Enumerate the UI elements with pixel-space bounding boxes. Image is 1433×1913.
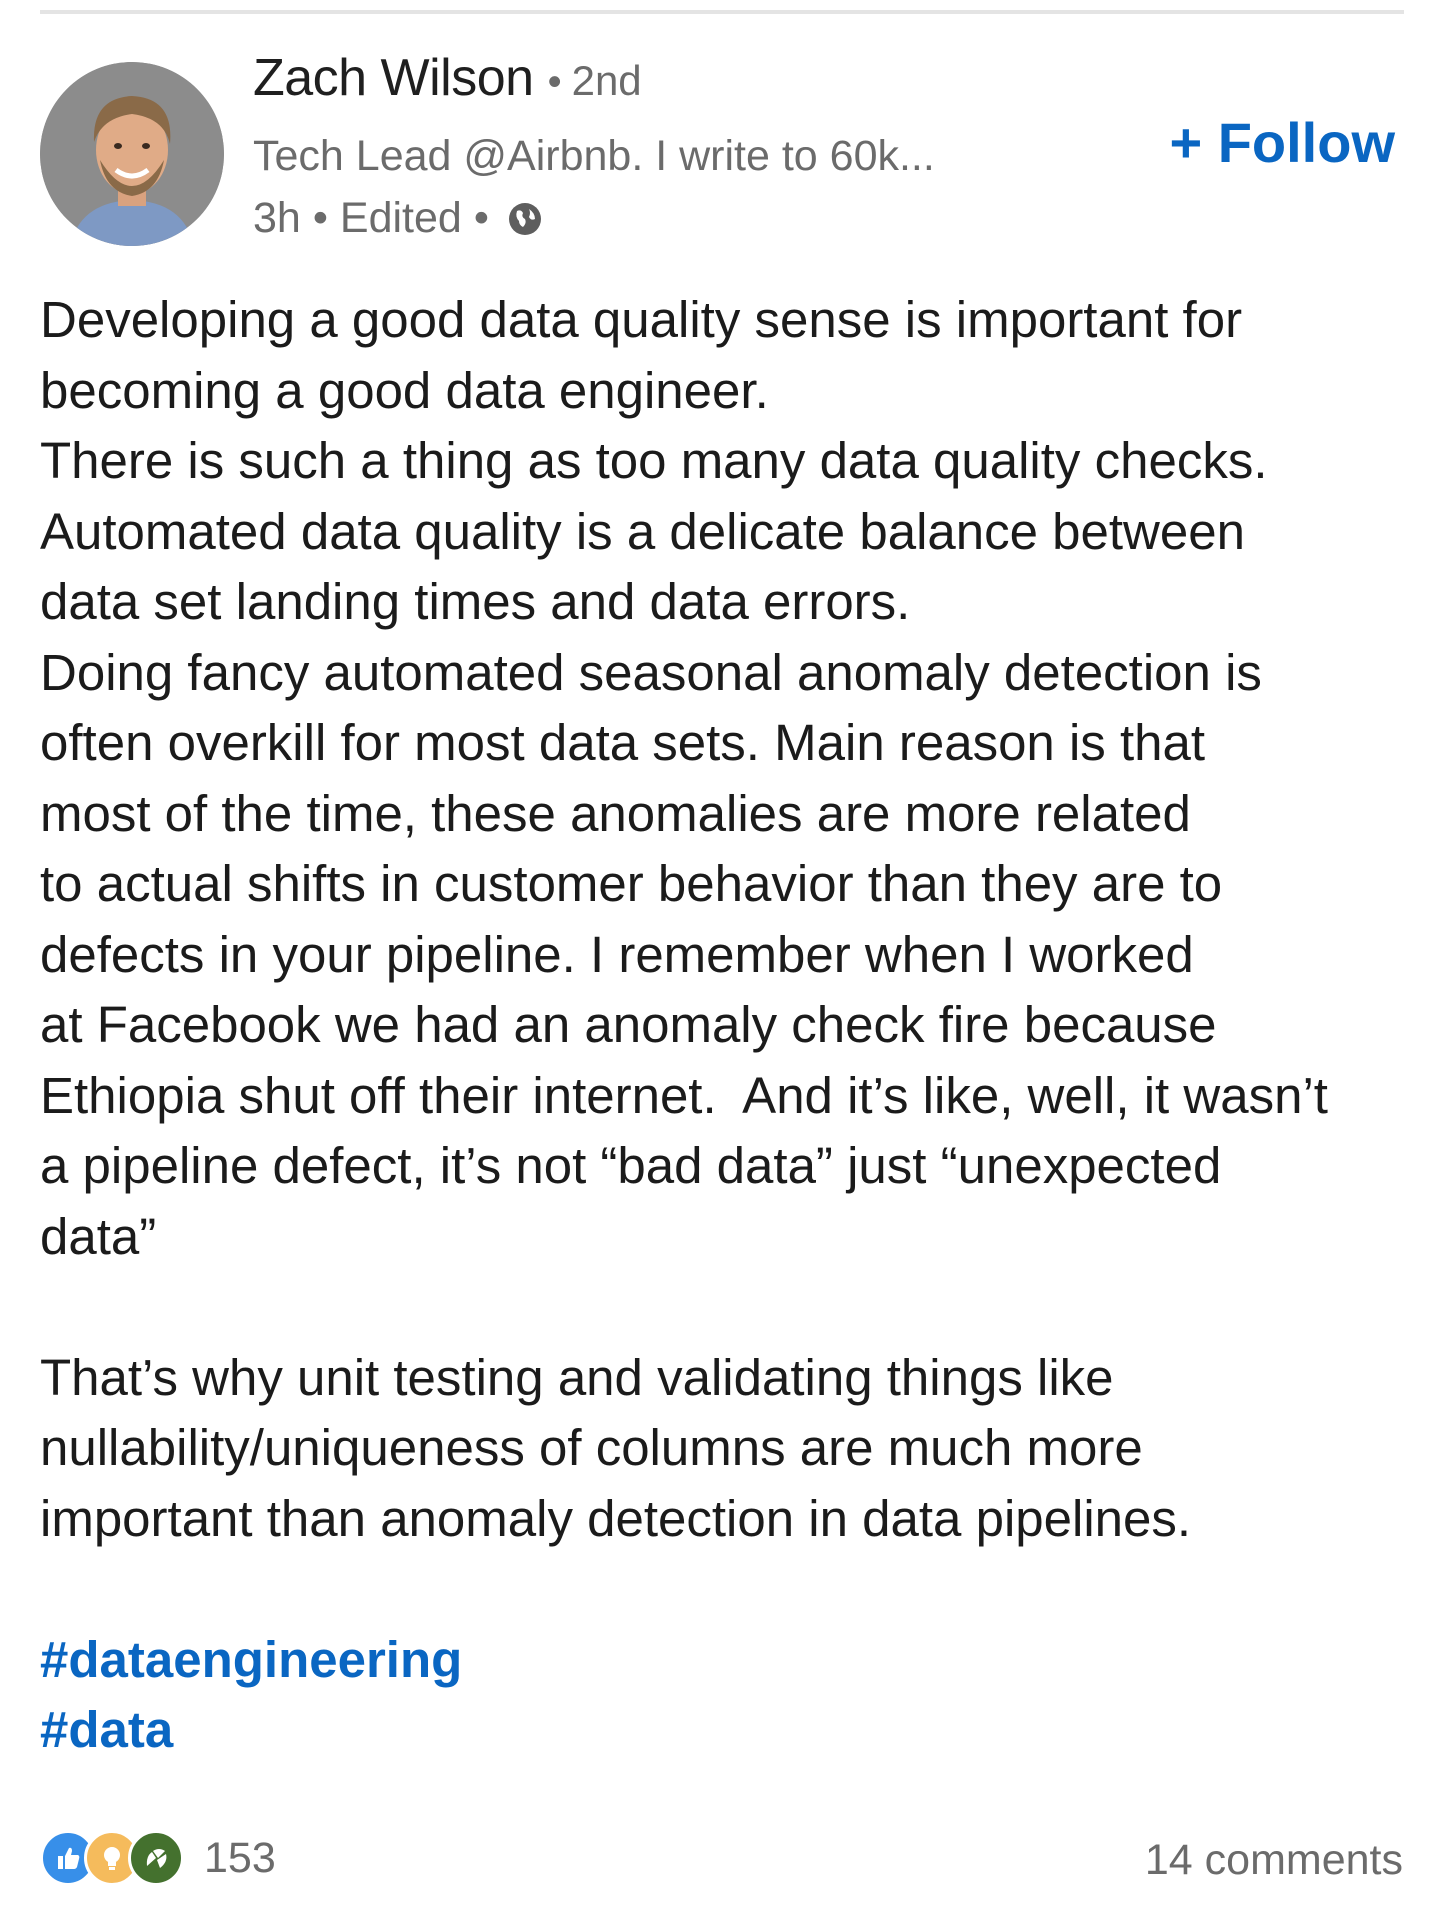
edited-label: Edited (339, 194, 462, 242)
post-time: 3h (253, 194, 301, 242)
top-divider (40, 10, 1404, 14)
post-line: to actual shifts in customer behavior th… (40, 855, 1223, 912)
author-headline: Tech Lead @Airbnb. I write to 60k... (253, 132, 935, 180)
avatar[interactable] (40, 62, 224, 246)
post-line: often overkill for most data sets. Main … (40, 714, 1206, 771)
post-line: Automated data quality is a delicate bal… (40, 502, 1245, 560)
connection-degree: 2nd (571, 57, 642, 104)
post-line: Developing a good data quality sense is … (40, 291, 1243, 348)
reaction-count: 153 (204, 1833, 276, 1882)
author-name-row: Zach Wilson • 2nd (253, 48, 642, 118)
post-line (40, 1272, 1410, 1343)
hashtag-data[interactable]: #data (40, 1695, 1410, 1766)
post-meta: 3h • Edited • (253, 194, 543, 243)
post-line: most of the time, these anomalies are mo… (40, 784, 1191, 842)
post-line: at Facebook we had an anomaly check fire… (40, 996, 1217, 1053)
post-line: important than anomaly detection in data… (40, 1489, 1192, 1547)
post-line: data” (40, 1207, 157, 1265)
post-line: a pipeline defect, it’s not “bad data” j… (40, 1137, 1222, 1194)
globe-icon (507, 201, 543, 237)
post-line: Doing fancy automated seasonal anomaly d… (40, 643, 1262, 701)
post-line: becoming a good data engineer. (40, 361, 769, 419)
post-line: Ethiopia shut off their internet. And it… (40, 1066, 1328, 1124)
meta-separator: • (312, 194, 328, 242)
reactions-summary[interactable]: 153 (40, 1830, 276, 1886)
celebrate-icon (128, 1830, 184, 1886)
post-line: nullability/uniqueness of columns are mu… (40, 1419, 1143, 1476)
meta-separator: • (473, 194, 489, 242)
follow-button[interactable]: + Follow (1169, 110, 1395, 175)
degree-separator: • (547, 60, 562, 104)
hashtag-dataengineering[interactable]: #dataengineering (40, 1625, 1410, 1696)
comments-count-link[interactable]: 14 comments (1145, 1836, 1403, 1885)
post-line: That’s why unit testing and validating t… (40, 1348, 1114, 1406)
post-line: There is such a thing as too many data q… (40, 432, 1268, 489)
post-line: data set landing times and data errors. (40, 573, 911, 630)
post-body: Developing a good data quality sense is … (40, 285, 1410, 1766)
author-name[interactable]: Zach Wilson (253, 48, 534, 108)
post-line (40, 1554, 1410, 1625)
post-line: defects in your pipeline. I remember whe… (40, 925, 1194, 983)
